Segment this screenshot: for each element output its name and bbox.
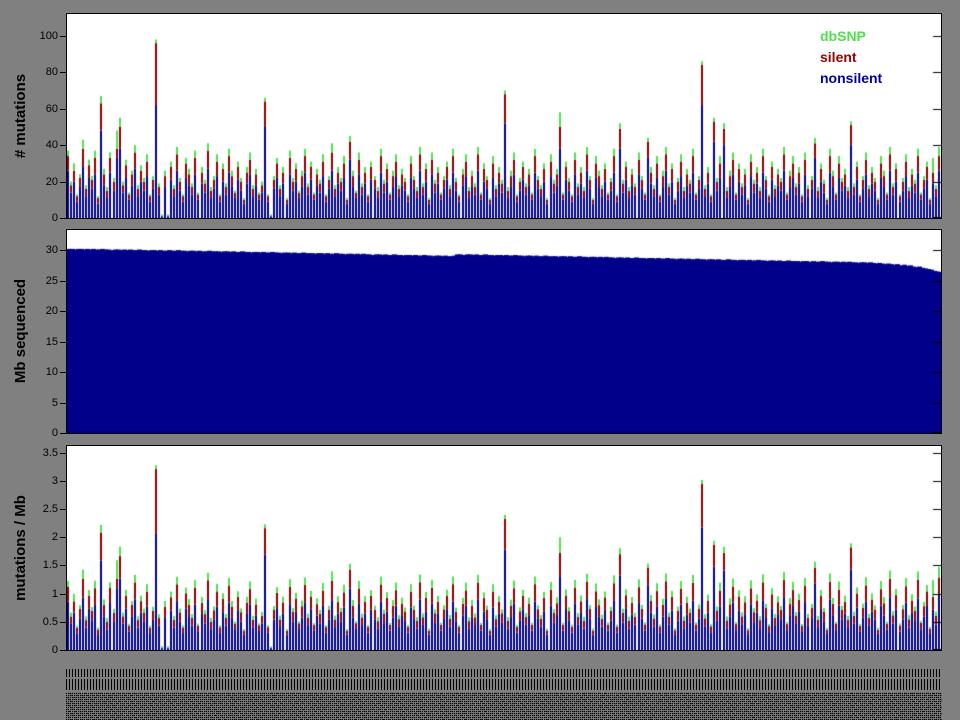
y-tick-mark [60, 509, 66, 510]
y-tick-mark [60, 403, 66, 404]
y-tick-label: 3 [8, 475, 58, 487]
y-tick-mark [60, 281, 66, 282]
y-tick-mark [60, 182, 66, 183]
y-tick-label: 15 [8, 336, 58, 348]
y-tick-label: 0 [8, 427, 58, 439]
y-tick-mark [60, 565, 66, 566]
mutation-rate-figure: # mutations Mb sequenced mutations / Mb … [0, 0, 960, 720]
y-tick-mark [60, 145, 66, 146]
y-tick-label: 60 [8, 103, 58, 115]
legend-item-nonsilent: nonsilent [820, 68, 882, 89]
y-tick-mark [60, 537, 66, 538]
y-tick-label: 40 [8, 139, 58, 151]
mutations-panel: dbSNP silent nonsilent [66, 13, 942, 219]
y-tick-label: 5 [8, 397, 58, 409]
y-tick-label: 0 [8, 212, 58, 224]
y-tick-mark [60, 72, 66, 73]
y-tick-mark [60, 650, 66, 651]
y-tick-mark [60, 311, 66, 312]
y-tick-mark [60, 36, 66, 37]
y-tick-mark [60, 433, 66, 434]
y-tick-mark [60, 342, 66, 343]
y-tick-mark [60, 622, 66, 623]
y-tick-label: 0 [8, 644, 58, 656]
y-tick-label: 2.5 [8, 503, 58, 515]
y-axis-label-mutations-per-mb: mutations / Mb [12, 428, 32, 668]
y-tick-mark [60, 218, 66, 219]
y-tick-label: 80 [8, 66, 58, 78]
mutations-bars-canvas [67, 14, 941, 218]
y-tick-label: 2 [8, 531, 58, 543]
sample-labels-strip [66, 669, 942, 720]
legend-item-dbsnp: dbSNP [820, 26, 882, 47]
sample-tick-band [66, 669, 942, 677]
y-tick-label: 1.5 [8, 559, 58, 571]
y-tick-label: 0.5 [8, 616, 58, 628]
y-tick-mark [60, 453, 66, 454]
y-tick-label: 100 [8, 30, 58, 42]
coverage-panel [66, 229, 942, 434]
legend: dbSNP silent nonsilent [820, 26, 882, 89]
y-tick-label: 20 [8, 305, 58, 317]
coverage-bars-canvas [67, 230, 941, 433]
sample-label-text-noise [66, 692, 942, 720]
y-tick-mark [60, 372, 66, 373]
y-tick-mark [60, 250, 66, 251]
y-tick-mark [60, 481, 66, 482]
y-tick-label: 30 [8, 244, 58, 256]
y-tick-label: 20 [8, 176, 58, 188]
y-tick-label: 1 [8, 588, 58, 600]
rate-panel [66, 445, 942, 651]
y-tick-label: 3.5 [8, 447, 58, 459]
y-tick-mark [60, 594, 66, 595]
sample-label-first-char-band [66, 679, 942, 690]
y-tick-label: 25 [8, 275, 58, 287]
y-tick-label: 10 [8, 366, 58, 378]
y-tick-mark [60, 109, 66, 110]
rate-bars-canvas [67, 446, 941, 650]
legend-item-silent: silent [820, 47, 882, 68]
